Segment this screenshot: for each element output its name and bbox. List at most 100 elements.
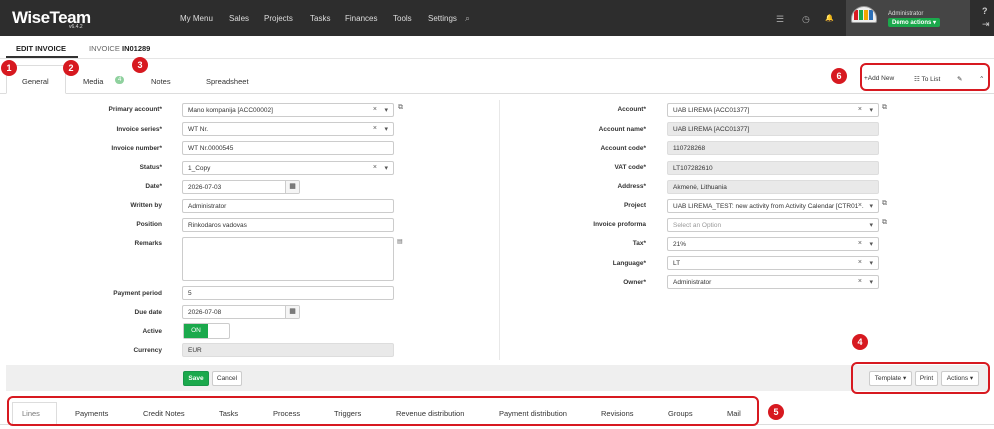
open-external-icon[interactable]: ⧉ — [882, 104, 887, 112]
account-code-field: 110728268 — [667, 141, 879, 155]
page-title: EDIT INVOICE — [16, 44, 67, 53]
open-external-icon[interactable]: ⧉ — [882, 200, 887, 208]
language-value: LT — [673, 260, 681, 267]
tab-lines[interactable]: Lines — [22, 409, 40, 418]
label-invoice-number: Invoice number* — [111, 145, 162, 152]
payment-period-input[interactable]: 5 — [182, 286, 394, 300]
search-icon[interactable]: ⌕ — [465, 13, 470, 24]
attachment-icon[interactable]: ▤ — [397, 238, 403, 245]
label-remarks: Remarks — [134, 240, 162, 247]
edit-icon[interactable]: ✎ — [957, 75, 962, 83]
tab-revenue-distribution[interactable]: Revenue distribution — [396, 409, 464, 418]
chevron-down-icon[interactable]: ▾ — [869, 106, 873, 114]
label-payment-period: Payment period — [113, 290, 162, 297]
clear-icon[interactable]: × — [858, 278, 862, 285]
clear-icon[interactable]: × — [858, 259, 862, 266]
remarks-textarea[interactable] — [182, 237, 394, 281]
clear-icon[interactable]: × — [857, 202, 862, 209]
tabs-divider — [0, 93, 994, 94]
invoice-number-input[interactable]: WT Nr.0000545 — [182, 141, 394, 155]
tab-media[interactable]: Media — [83, 77, 103, 86]
tab-spreadsheet[interactable]: Spreadsheet — [206, 77, 249, 86]
chevron-down-icon[interactable]: ▾ — [384, 106, 388, 114]
clear-icon[interactable]: × — [858, 106, 862, 113]
chevron-down-icon[interactable]: ▾ — [869, 259, 873, 267]
date-input[interactable]: 2026-07-03 ▦ — [182, 180, 300, 194]
open-external-icon[interactable]: ⧉ — [882, 219, 887, 227]
actions-button[interactable]: Actions ▾ — [941, 371, 979, 386]
invoice-series-select[interactable]: WT Nr. × ▾ — [182, 122, 394, 136]
active-toggle[interactable]: ON — [183, 323, 230, 339]
to-list-button[interactable]: ☷ To List — [914, 75, 940, 83]
tab-process[interactable]: Process — [273, 409, 300, 418]
tab-payment-distribution[interactable]: Payment distribution — [499, 409, 567, 418]
label-account: Account* — [617, 106, 646, 113]
label-invoice-series: Invoice series* — [116, 126, 162, 133]
clear-icon[interactable]: × — [858, 240, 862, 247]
clear-icon[interactable]: × — [373, 164, 377, 171]
chevron-down-icon[interactable]: ▾ — [869, 221, 873, 229]
chevron-down-icon[interactable]: ▾ — [869, 202, 873, 210]
label-owner: Owner* — [623, 279, 646, 286]
invoice-series-value: WT Nr. — [188, 126, 209, 133]
label-project: Project — [623, 202, 646, 209]
add-new-button[interactable]: +Add New — [864, 75, 894, 82]
list-icon[interactable]: ☰ — [776, 14, 784, 25]
address-field: Akmenė, Lithuania — [667, 180, 879, 194]
language-select[interactable]: LT × ▾ — [667, 256, 879, 270]
template-button[interactable]: Template ▾ — [869, 371, 912, 386]
owner-select[interactable]: Administrator × ▾ — [667, 275, 879, 289]
chevron-down-icon[interactable]: ▾ — [869, 240, 873, 248]
menu-tasks[interactable]: Tasks — [310, 14, 330, 23]
menu-my-menu[interactable]: My Menu — [180, 14, 213, 23]
marker-3: 3 — [132, 57, 148, 73]
menu-finances[interactable]: Finances — [345, 14, 377, 23]
invoice-prefix: INVOICE — [89, 44, 120, 53]
save-button[interactable]: Save — [183, 371, 209, 386]
logout-icon[interactable]: ⇥ — [982, 19, 990, 30]
calendar-icon[interactable]: ▦ — [285, 181, 299, 193]
tab-tasks[interactable]: Tasks — [219, 409, 238, 418]
clear-icon[interactable]: × — [373, 106, 377, 113]
menu-settings[interactable]: Settings — [428, 14, 457, 23]
help-icon[interactable]: ? — [982, 6, 988, 16]
bell-icon[interactable]: 🔔 — [825, 14, 834, 22]
label-written-by: Written by — [130, 202, 162, 209]
print-button[interactable]: Print — [915, 371, 938, 386]
collapse-icon[interactable]: ⌃ — [979, 75, 984, 83]
chevron-down-icon[interactable]: ▾ — [384, 164, 388, 172]
label-active: Active — [142, 328, 162, 335]
primary-account-select[interactable]: Mano kompanija [ACC00002] × ▾ — [182, 103, 394, 117]
menu-projects[interactable]: Projects — [264, 14, 293, 23]
invoice-number-title: IN01289 — [122, 44, 151, 53]
app-version: v6.4.2 — [69, 24, 83, 30]
menu-sales[interactable]: Sales — [229, 14, 249, 23]
clear-icon[interactable]: × — [373, 125, 377, 132]
tab-triggers[interactable]: Triggers — [334, 409, 361, 418]
tab-general[interactable]: General — [22, 77, 49, 86]
written-by-input[interactable]: Administrator — [182, 199, 394, 213]
label-currency: Currency — [133, 347, 162, 354]
tab-payments[interactable]: Payments — [75, 409, 108, 418]
chevron-down-icon[interactable]: ▾ — [384, 125, 388, 133]
demo-actions-button[interactable]: Demo actions ▾ — [888, 18, 941, 27]
tab-revisions[interactable]: Revisions — [601, 409, 634, 418]
open-external-icon[interactable]: ⧉ — [398, 104, 403, 112]
tab-credit-notes[interactable]: Credit Notes — [143, 409, 185, 418]
menu-tools[interactable]: Tools — [393, 14, 412, 23]
clock-icon[interactable]: ◷ — [802, 14, 810, 25]
tab-mail[interactable]: Mail — [727, 409, 741, 418]
position-input[interactable]: Rinkodaros vadovas — [182, 218, 394, 232]
tab-notes[interactable]: Notes — [151, 77, 171, 86]
status-select[interactable]: 1_Copy × ▾ — [182, 161, 394, 175]
calendar-icon[interactable]: ▦ — [285, 306, 299, 318]
tax-select[interactable]: 21% × ▾ — [667, 237, 879, 251]
account-select[interactable]: UAB LIREMA [ACC01377] × ▾ — [667, 103, 879, 117]
project-select[interactable]: UAB LIREMA_TEST: new activity from Activ… — [667, 199, 879, 213]
column-divider — [499, 100, 500, 360]
tab-groups[interactable]: Groups — [668, 409, 693, 418]
due-date-input[interactable]: 2026-07-08 ▦ — [182, 305, 300, 319]
chevron-down-icon[interactable]: ▾ — [869, 278, 873, 286]
cancel-button[interactable]: Cancel — [212, 371, 242, 386]
invoice-proforma-select[interactable]: Select an Option ▾ — [667, 218, 879, 232]
